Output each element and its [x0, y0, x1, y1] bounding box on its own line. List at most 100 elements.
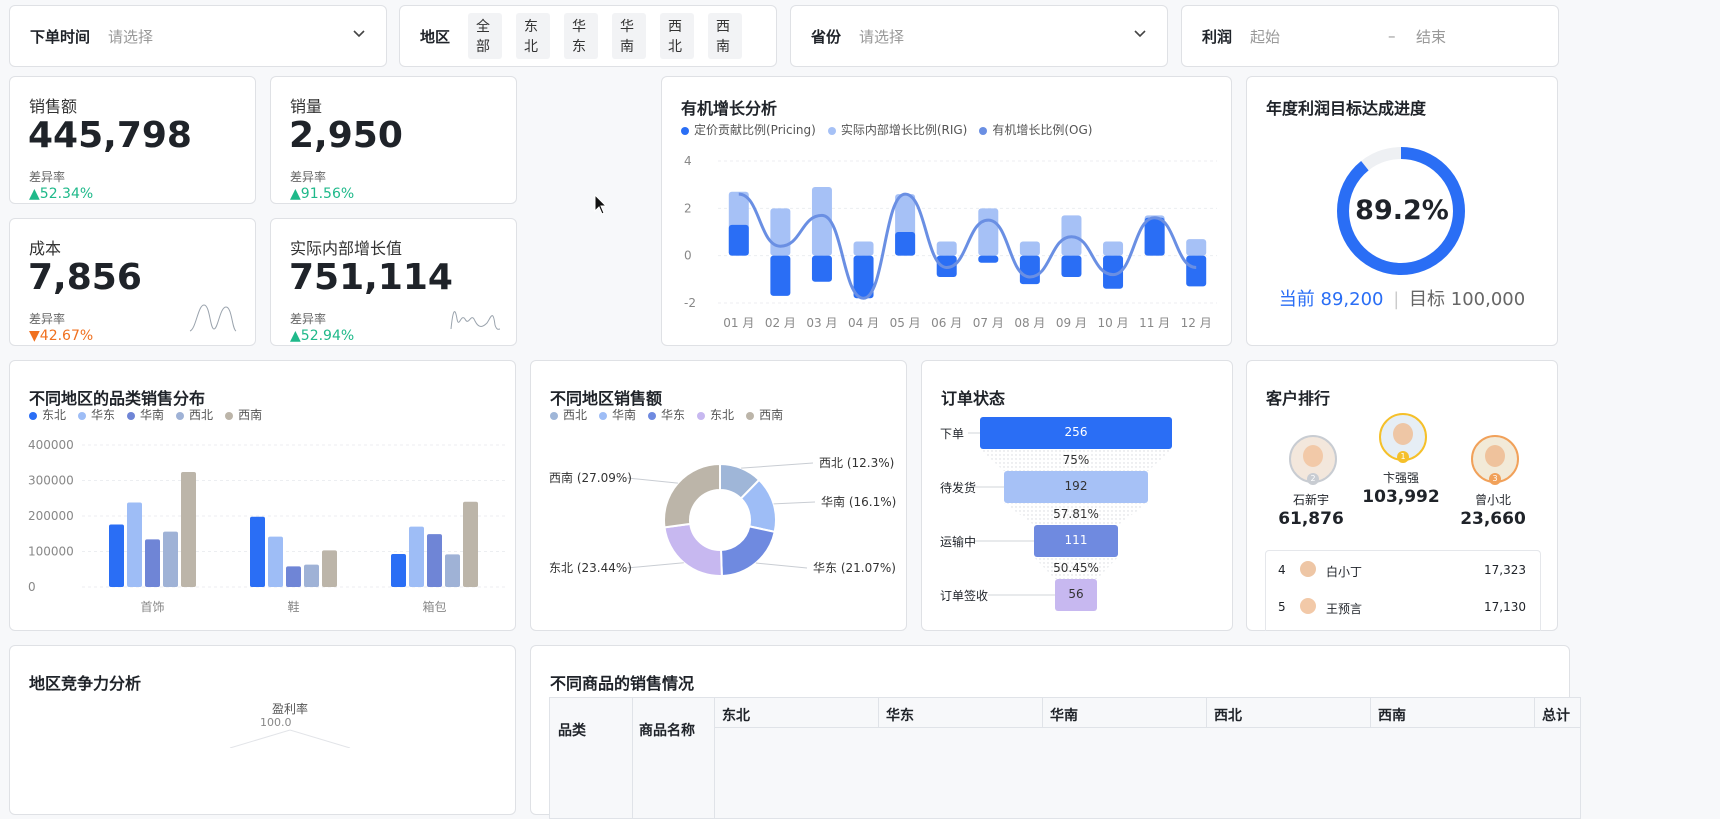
- kpi-rate: ▼42.67%: [29, 328, 94, 344]
- radar-grid: [229, 729, 351, 748]
- kpi-value: 445,798: [28, 115, 192, 156]
- avatar[interactable]: [1300, 598, 1316, 614]
- y-tick-label: 0: [684, 249, 692, 263]
- ranking-list: 4 白小丁 17,323 5 王预言 17,130: [1265, 550, 1541, 631]
- card-title: 地区竞争力分析: [29, 674, 142, 693]
- kpi-value: 2,950: [289, 115, 403, 156]
- slice-label: 东北 (23.44%): [549, 561, 632, 575]
- category-bar: [445, 554, 460, 587]
- order-time-placeholder[interactable]: 请选择: [108, 26, 153, 47]
- pricing-bar: [1144, 217, 1165, 256]
- donut-slice: [663, 522, 723, 577]
- goal-value: 目标 100,000: [1409, 289, 1526, 310]
- customer-name: 曾小北: [1474, 493, 1511, 507]
- table-header-cell: 西北: [1206, 698, 1371, 728]
- customer-value: 103,992: [1362, 487, 1440, 507]
- customer-ranking-card: 客户排行 2 石新宇 61,876 1 卞强强 103,992 3 曾小北 23…: [1246, 360, 1558, 631]
- mouse-cursor-icon: [594, 194, 608, 215]
- category-bar: [163, 531, 178, 587]
- kpi-sub-label: 差异率: [290, 170, 327, 184]
- pricing-bar: [895, 232, 916, 256]
- order-time-label: 下单时间: [30, 27, 91, 46]
- y-tick-label: -2: [684, 296, 696, 310]
- y-tick-label: 100000: [28, 545, 74, 559]
- list-name: 白小丁: [1326, 565, 1363, 579]
- rig-bar: [936, 241, 957, 256]
- y-tick-label: 200000: [28, 509, 74, 523]
- kpi-value: 7,856: [28, 257, 142, 298]
- province-placeholder[interactable]: 请选择: [859, 26, 904, 47]
- donut-slice: [663, 462, 721, 529]
- divider: |: [1393, 289, 1400, 310]
- card-title: 不同商品的销售情况: [550, 674, 695, 693]
- profit-start-input[interactable]: 起始: [1250, 26, 1388, 47]
- region-tag-xinan[interactable]: 西南: [708, 13, 743, 59]
- chevron-down-icon[interactable]: [1133, 27, 1147, 45]
- kpi-label: 销售额: [29, 97, 78, 116]
- order-time-filter[interactable]: 下单时间 请选择: [9, 5, 387, 67]
- product-table: 品类 商品名称 东北 华东 华南 西北 西南 总计: [549, 697, 1581, 819]
- region-tag-dongbei[interactable]: 东北: [516, 13, 551, 59]
- avatar[interactable]: [1300, 561, 1316, 577]
- x-tick-label: 05 月: [890, 316, 921, 330]
- kpi-sub-label: 差异率: [290, 312, 327, 326]
- table-header-cell: 华南: [1042, 698, 1207, 728]
- kpi-rate: ▲52.94%: [290, 328, 355, 344]
- kpi-label: 成本: [29, 239, 62, 258]
- sparkline: [189, 304, 237, 332]
- customer-value: 61,876: [1278, 509, 1344, 529]
- pricing-bar: [1186, 255, 1207, 287]
- kpi-sub-label: 差异率: [29, 170, 66, 184]
- avatar[interactable]: 1: [1379, 413, 1427, 463]
- customer-name: 石新宇: [1292, 493, 1329, 507]
- og-line: [738, 192, 1197, 300]
- funnel-stage-label: 下单: [940, 427, 965, 441]
- y-tick-label: 4: [684, 154, 692, 168]
- category-bar: [322, 550, 337, 587]
- x-tick-label: 11 月: [1139, 316, 1170, 330]
- rank-badge: 3: [1489, 473, 1501, 485]
- table-header-cell: 华东: [878, 698, 1043, 728]
- region-tag-huanan[interactable]: 华南: [612, 13, 647, 59]
- region-tag-xibei[interactable]: 西北: [660, 13, 695, 59]
- region-tag-all[interactable]: 全部: [468, 13, 503, 59]
- table-header-cell: 总计: [1534, 698, 1580, 728]
- rank-badge: 1: [1397, 451, 1409, 463]
- avatar[interactable]: 3: [1471, 435, 1519, 485]
- funnel-stage-value[interactable]: 56: [1055, 587, 1097, 601]
- kpi-card-cost: 成本 7,856 差异率 ▼42.67%: [9, 218, 256, 346]
- pricing-bar: [770, 255, 791, 296]
- table-header-cell: 东北: [714, 698, 879, 728]
- x-tick-label: 09 月: [1056, 316, 1087, 330]
- rig-bar: [1186, 239, 1207, 256]
- card-title: 客户排行: [1266, 389, 1331, 408]
- category-bar: [391, 553, 406, 587]
- avatar[interactable]: 2: [1289, 435, 1337, 485]
- category-bar: [286, 566, 301, 587]
- category-bar: [127, 502, 142, 587]
- kpi-card-volume: 销量 2,950 差异率 ▲91.56%: [270, 76, 517, 204]
- product-sales-card: 不同商品的销售情况 品类 商品名称 东北 华东 华南 西北 西南 总计: [530, 645, 1581, 819]
- chevron-down-icon[interactable]: [352, 27, 366, 45]
- funnel-stage-value[interactable]: 111: [1034, 533, 1118, 547]
- profit-end-input[interactable]: 结束: [1416, 26, 1446, 47]
- funnel-stage-value[interactable]: 256: [980, 425, 1172, 439]
- organic-growth-card: 有机增长分析 定价贡献比例(Pricing) 实际内部增长比例(RIG) 有机增…: [661, 76, 1232, 346]
- slice-leader-line: [741, 462, 814, 469]
- slice-label: 华南 (16.1%): [821, 494, 896, 509]
- y-tick-label: 400000: [28, 438, 74, 452]
- list-name: 王预言: [1326, 602, 1363, 616]
- customer-value: 23,660: [1460, 509, 1526, 529]
- triangle-up-icon: ▲: [29, 186, 40, 202]
- region-tag-huadong[interactable]: 华东: [564, 13, 599, 59]
- kpi-rate: ▲91.56%: [290, 186, 355, 202]
- x-tick-label: 10 月: [1097, 316, 1128, 330]
- pricing-bar: [1061, 255, 1082, 277]
- funnel-stage-value[interactable]: 192: [1004, 479, 1148, 493]
- slice-leader-line: [626, 477, 678, 484]
- category-bar: [268, 536, 283, 587]
- x-tick-label: 04 月: [848, 316, 879, 330]
- slice-leader-line: [755, 562, 808, 569]
- province-label: 省份: [811, 27, 842, 46]
- province-filter[interactable]: 省份 请选择: [790, 5, 1168, 67]
